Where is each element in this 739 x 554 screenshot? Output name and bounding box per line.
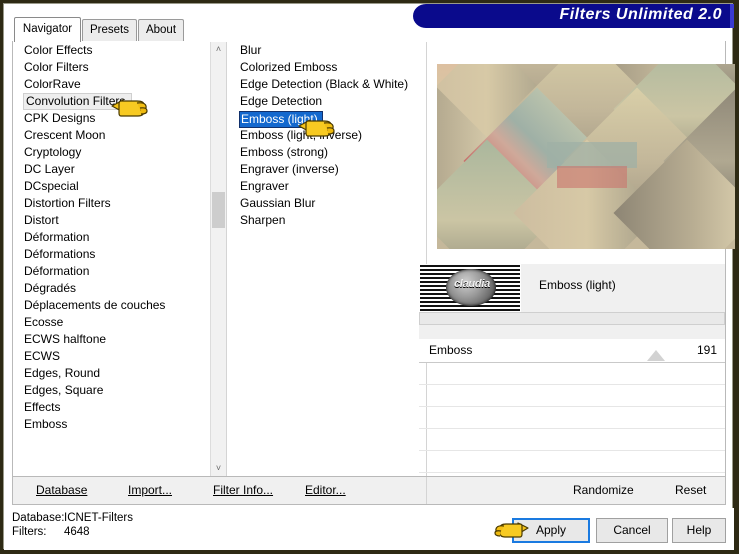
list-item[interactable]: Déformations bbox=[14, 246, 210, 263]
parameter-row-empty bbox=[419, 428, 725, 451]
tab-strip: Navigator Presets About bbox=[4, 17, 734, 42]
list-item[interactable]: Color Effects bbox=[14, 42, 210, 59]
status-filters-key: Filters: bbox=[12, 526, 47, 538]
list-item[interactable]: Ecosse bbox=[14, 314, 210, 331]
list-item[interactable]: ECWS bbox=[14, 348, 210, 365]
list-item[interactable]: Déformation bbox=[14, 229, 210, 246]
list-item[interactable]: Emboss bbox=[14, 416, 210, 433]
list-item[interactable]: DC Layer bbox=[14, 161, 210, 178]
scroll-up-icon[interactable]: ˄ bbox=[211, 42, 226, 57]
import-label: Import... bbox=[128, 483, 173, 497]
effect-list[interactable]: Blur Colorized Emboss Edge Detection (Bl… bbox=[228, 42, 424, 476]
list-item[interactable]: Déplacements de couches bbox=[14, 297, 210, 314]
list-item[interactable]: ColorRave bbox=[14, 76, 210, 93]
toolbar-divider bbox=[426, 477, 427, 504]
randomize-button[interactable]: Randomize bbox=[573, 483, 634, 497]
parameter-row-empty bbox=[419, 384, 725, 407]
parameter-value: 191 bbox=[696, 343, 717, 357]
list-item[interactable]: Déformation bbox=[14, 263, 210, 280]
pointing-hand-icon bbox=[110, 92, 156, 122]
pointing-hand-icon bbox=[297, 112, 343, 142]
slider-thumb[interactable] bbox=[647, 350, 665, 361]
filter-thumbnail[interactable]: claudia bbox=[419, 264, 521, 312]
preset-bar-spacer bbox=[419, 325, 725, 339]
editor-label: Editor... bbox=[305, 483, 346, 497]
help-button[interactable]: Help bbox=[672, 518, 726, 543]
status-database-value: ICNET-Filters bbox=[64, 512, 133, 524]
tab-about[interactable]: About bbox=[138, 19, 184, 41]
panel-divider bbox=[226, 42, 227, 476]
list-item[interactable]: Dégradés bbox=[14, 280, 210, 297]
list-item[interactable]: Edges, Square bbox=[14, 382, 210, 399]
cancel-button[interactable]: Cancel bbox=[596, 518, 668, 543]
status-filters-value: 4648 bbox=[64, 526, 90, 538]
parameter-label: Emboss bbox=[429, 343, 473, 357]
import-button[interactable]: Import... bbox=[128, 483, 172, 497]
application-window: Filters Unlimited 2.0 Navigator Presets … bbox=[0, 0, 739, 554]
scrollbar-thumb[interactable] bbox=[212, 192, 225, 228]
category-list-scrollbar[interactable]: ˄ ˅ bbox=[210, 42, 226, 476]
list-item[interactable]: Engraver (inverse) bbox=[228, 161, 424, 178]
database-label: Database bbox=[36, 483, 88, 497]
preview-canvas bbox=[437, 64, 735, 249]
toolbar: Database Import... Filter Info... Editor… bbox=[12, 477, 726, 505]
parameter-row-emboss[interactable]: Emboss 191 bbox=[419, 339, 725, 363]
parameter-row-empty bbox=[419, 406, 725, 429]
list-item[interactable]: Colorized Emboss bbox=[228, 59, 424, 76]
list-item[interactable]: Edge Detection (Black & White) bbox=[228, 76, 424, 93]
status-bar: Database:ICNET-Filters Filters: 4648 Appl… bbox=[4, 508, 734, 550]
list-item[interactable]: Gaussian Blur bbox=[228, 195, 424, 212]
filter-info-label: Filter Info... bbox=[213, 483, 274, 497]
tab-navigator[interactable]: Navigator bbox=[14, 17, 81, 42]
status-database-row: Database:ICNET-Filters bbox=[12, 512, 133, 524]
parameter-row-empty bbox=[419, 362, 725, 385]
preset-bar[interactable] bbox=[419, 312, 725, 325]
list-item[interactable]: Cryptology bbox=[14, 144, 210, 161]
list-item[interactable]: Crescent Moon bbox=[14, 127, 210, 144]
list-item[interactable]: Engraver bbox=[228, 178, 424, 195]
list-item[interactable]: Blur bbox=[228, 42, 424, 59]
list-item[interactable]: Distort bbox=[14, 212, 210, 229]
filter-header-row: claudia Emboss (light) bbox=[419, 264, 725, 312]
parameter-row-empty bbox=[419, 450, 725, 473]
status-database-key: Database: bbox=[12, 512, 65, 524]
database-button[interactable]: Database bbox=[36, 483, 87, 497]
tab-presets[interactable]: Presets bbox=[82, 19, 137, 41]
editor-button[interactable]: Editor... bbox=[305, 483, 346, 497]
list-item[interactable]: Effects bbox=[14, 399, 210, 416]
list-item[interactable]: Emboss (strong) bbox=[228, 144, 424, 161]
list-item[interactable]: ECWS halftone bbox=[14, 331, 210, 348]
pointing-hand-icon bbox=[492, 516, 532, 542]
list-item[interactable]: Edges, Round bbox=[14, 365, 210, 382]
selected-filter-name: Emboss (light) bbox=[539, 278, 616, 292]
list-item[interactable]: DCspecial bbox=[14, 178, 210, 195]
list-item[interactable]: Edge Detection bbox=[228, 93, 424, 110]
scroll-down-icon[interactable]: ˅ bbox=[211, 461, 226, 476]
reset-button[interactable]: Reset bbox=[675, 483, 706, 497]
preview-panel: claudia Emboss (light) Emboss 191 bbox=[419, 42, 735, 476]
status-filters-row: Filters: 4648 bbox=[12, 526, 90, 538]
list-item[interactable]: Sharpen bbox=[228, 212, 424, 229]
filter-info-button[interactable]: Filter Info... bbox=[213, 483, 273, 497]
thumbnail-label: claudia bbox=[454, 278, 490, 290]
list-item[interactable]: Color Filters bbox=[14, 59, 210, 76]
filter-preview-image[interactable] bbox=[437, 64, 735, 249]
list-item[interactable]: Distortion Filters bbox=[14, 195, 210, 212]
window-inner: Filters Unlimited 2.0 Navigator Presets … bbox=[3, 3, 735, 550]
